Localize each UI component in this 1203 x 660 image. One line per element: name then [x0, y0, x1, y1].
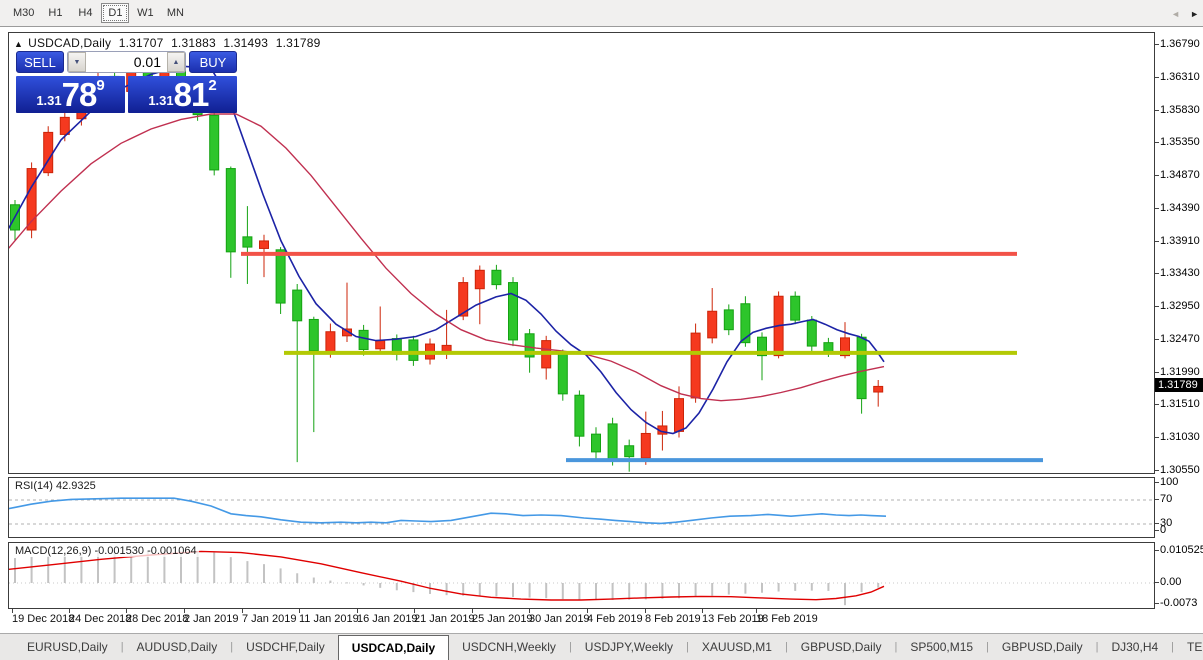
ohlc-high: 1.31883	[171, 36, 216, 50]
price-tick-label: 1.32470	[1160, 333, 1200, 345]
price-tick-label: 1.32950	[1160, 300, 1200, 312]
date-label: 18 Feb 2019	[756, 613, 818, 625]
macd-scale-label: 0.00	[1160, 576, 1181, 588]
rsi-chart[interactable]	[9, 478, 1154, 537]
buy-price-digits: 81	[174, 78, 209, 111]
date-axis[interactable]: 19 Dec 201824 Dec 201828 Dec 20182 Jan 2…	[8, 609, 1155, 631]
price-tick-label: 1.34390	[1160, 202, 1200, 214]
trading-terminal: M30H1H4D1W1MN ▲ USDCAD,Daily 1.31707 1.31…	[0, 0, 1203, 660]
date-label: 2 Jan 2019	[184, 613, 238, 625]
price-tick-label: 1.31030	[1160, 431, 1200, 443]
price-tick-label: 1.35350	[1160, 136, 1200, 148]
chart-info-line: ▲ USDCAD,Daily 1.31707 1.31883 1.31493 1.…	[14, 36, 325, 50]
date-label: 21 Jan 2019	[414, 613, 475, 625]
sell-price-box[interactable]: 1.31 78 9	[16, 76, 125, 113]
lot-size-spinner: ▼ ▲	[67, 51, 186, 73]
ohlc-low: 1.31493	[223, 36, 268, 50]
rsi-scale-label: 100	[1160, 476, 1178, 488]
date-label: 30 Jan 2019	[529, 613, 590, 625]
lot-increase-button[interactable]: ▲	[167, 52, 185, 72]
rsi-title: RSI(14) 42.9325	[13, 480, 98, 492]
price-tick-label: 1.33430	[1160, 267, 1200, 279]
timeframe-toolbar: M30H1H4D1W1MN	[0, 0, 1203, 27]
tab-scroll-left-icon[interactable]: ◄	[1171, 9, 1180, 19]
date-label: 28 Dec 2018	[126, 613, 188, 625]
sell-price-pipette: 9	[96, 77, 104, 94]
price-tick-label: 1.36790	[1160, 38, 1200, 50]
symbol-tab-bar: EURUSD,Daily|AUDUSD,Daily|USDCHF,DailyUS…	[0, 633, 1203, 660]
ohlc-close: 1.31789	[276, 36, 321, 50]
macd-scale-label: -0.0073	[1160, 597, 1197, 609]
date-label: 19 Dec 2018	[12, 613, 74, 625]
symbol-tab-eurusd-daily[interactable]: EURUSD,Daily	[14, 634, 121, 660]
rsi-pane[interactable]: RSI(14) 42.9325	[8, 477, 1155, 538]
symbol-tab-usdchf-daily[interactable]: USDCHF,Daily	[233, 634, 338, 660]
timeframe-button-m30[interactable]: M30	[8, 3, 39, 23]
buy-button[interactable]: BUY	[189, 51, 237, 73]
symbol-tab-xauusd-m1[interactable]: XAUUSD,M1	[689, 634, 785, 660]
sell-button[interactable]: SELL	[16, 51, 64, 73]
chevron-down-icon: ▼	[74, 59, 81, 66]
price-tick-label: 1.34870	[1160, 169, 1200, 181]
price-tick-label: 1.33910	[1160, 235, 1200, 247]
buy-price-box[interactable]: 1.31 81 2	[128, 76, 237, 113]
symbol-arrow-icon: ▲	[14, 39, 23, 49]
main-chart-pane[interactable]: ▲ USDCAD,Daily 1.31707 1.31883 1.31493 1.…	[8, 32, 1155, 474]
sell-price-prefix: 1.31	[36, 93, 61, 108]
chart-symbol: USDCAD,Daily	[28, 36, 111, 50]
tab-scroll-right-icon[interactable]: ►	[1190, 9, 1199, 19]
symbol-tab-usdcnh-weekly[interactable]: USDCNH,Weekly	[449, 634, 569, 660]
symbol-tab-usdjpy-weekly[interactable]: USDJPY,Weekly	[572, 634, 686, 660]
rsi-scale-label: 70	[1160, 493, 1172, 505]
buy-price-prefix: 1.31	[148, 93, 173, 108]
rsi-scale-label: 0	[1160, 524, 1166, 536]
symbol-tab-dj30-h4[interactable]: DJ30,H4	[1098, 634, 1171, 660]
price-tick-label: 1.31990	[1160, 366, 1200, 378]
lot-decrease-button[interactable]: ▼	[68, 52, 86, 72]
timeframe-button-w1[interactable]: W1	[131, 3, 159, 23]
date-label: 16 Jan 2019	[357, 613, 418, 625]
date-label: 7 Jan 2019	[242, 613, 296, 625]
sell-price-digits: 78	[62, 78, 97, 111]
symbol-tab-gbpusd-daily[interactable]: GBPUSD,Daily	[788, 634, 895, 660]
date-label: 24 Dec 2018	[69, 613, 131, 625]
macd-pane[interactable]: MACD(12,26,9) -0.001530 -0.001064	[8, 542, 1155, 609]
price-tick-label: 1.30550	[1160, 464, 1200, 476]
timeframe-button-h4[interactable]: H4	[71, 3, 99, 23]
date-label: 25 Jan 2019	[472, 613, 533, 625]
macd-title: MACD(12,26,9) -0.001530 -0.001064	[13, 545, 199, 557]
timeframe-button-d1[interactable]: D1	[101, 3, 129, 23]
symbol-tab-sp500-m15[interactable]: SP500,M15	[897, 634, 986, 660]
lot-size-input[interactable]	[86, 52, 167, 72]
price-scale[interactable]: 1.36790 1.36310 1.35830 1.35350 1.34870 1.343…	[1156, 32, 1203, 632]
ohlc-open: 1.31707	[119, 36, 164, 50]
one-click-trade-panel: SELL ▼ ▲ BUY 1.31 78 9 1.31 81 2	[16, 51, 237, 113]
date-label: 8 Feb 2019	[645, 613, 701, 625]
price-tick-label: 1.36310	[1160, 71, 1200, 83]
current-price-tag: 1.31789	[1155, 378, 1203, 392]
price-tick-label: 1.35830	[1160, 104, 1200, 116]
macd-scale-label: 0.010525	[1160, 544, 1203, 556]
chevron-up-icon: ▲	[173, 59, 180, 66]
tab-scroll-buttons: ◄ ►	[1171, 0, 1199, 27]
date-label: 11 Jan 2019	[299, 613, 359, 625]
symbol-tab-tech10[interactable]: TECH10	[1174, 634, 1203, 660]
price-tick-label: 1.31510	[1160, 398, 1200, 410]
symbol-tab-usdcad-daily[interactable]: USDCAD,Daily	[338, 635, 449, 660]
buy-price-pipette: 2	[208, 77, 216, 94]
date-label: 13 Feb 2019	[702, 613, 764, 625]
date-label: 4 Feb 2019	[587, 613, 643, 625]
timeframe-button-h1[interactable]: H1	[41, 3, 69, 23]
symbol-tab-gbpusd-daily[interactable]: GBPUSD,Daily	[989, 634, 1096, 660]
symbol-tab-audusd-daily[interactable]: AUDUSD,Daily	[124, 634, 231, 660]
timeframe-button-mn[interactable]: MN	[161, 3, 189, 23]
